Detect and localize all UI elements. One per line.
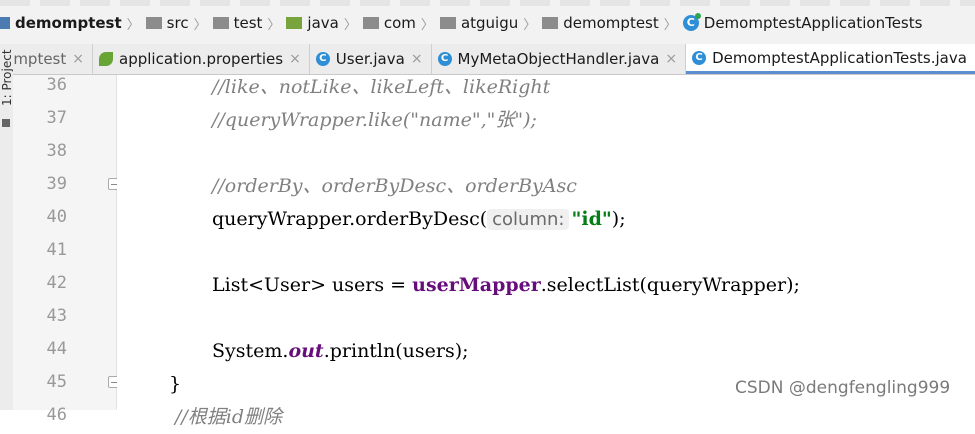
chevron-right-icon: 〉	[420, 17, 434, 33]
tab-mptest[interactable]: mptest ×	[13, 44, 93, 74]
breadcrumb-item-atguigu[interactable]: atguigu	[439, 14, 518, 32]
breadcrumb-item-test-class[interactable]: C DemomptestApplicationTests	[682, 13, 922, 32]
class-icon: C	[437, 52, 452, 66]
line-number: 36	[46, 75, 67, 95]
breadcrumb-item-demomptest-package[interactable]: demomptest	[542, 14, 659, 32]
line-number: 42	[46, 273, 67, 293]
code-line-40: queryWrapper.orderByDesc(column: "id");	[212, 208, 626, 230]
package-icon	[362, 17, 379, 29]
breadcrumb-item-test[interactable]: test	[212, 14, 262, 32]
test-source-folder-icon	[286, 17, 303, 29]
tab-mymetaobjecthandler-java[interactable]: C MyMetaObjectHandler.java ×	[432, 44, 687, 74]
code-line-46: //根据id删除	[175, 406, 283, 428]
chevron-right-icon: 〉	[267, 17, 281, 33]
breadcrumb-item-java[interactable]: java	[286, 14, 339, 32]
tab-user-java[interactable]: C User.java ×	[310, 44, 432, 74]
close-icon[interactable]: ×	[665, 51, 677, 67]
breadcrumb-item-demomptest-module[interactable]: demomptest	[0, 14, 122, 32]
class-icon: C	[315, 52, 330, 66]
line-number: 39	[46, 174, 67, 194]
breadcrumb-bar: demomptest 〉 src 〉 test 〉 java 〉 com 〉 a…	[0, 0, 975, 45]
close-icon[interactable]: ×	[411, 51, 423, 67]
spring-properties-icon	[99, 52, 113, 66]
project-tool-label[interactable]: 1: Project	[0, 49, 14, 106]
line-number: 43	[46, 306, 67, 326]
test-class-icon: C	[682, 13, 701, 31]
line-number: 38	[46, 141, 67, 161]
package-icon	[439, 17, 456, 29]
line-number: 37	[46, 108, 67, 128]
code-line-39: //orderBy、orderByDesc、orderByAsc	[212, 175, 577, 197]
code-line-44: System.out.println(users);	[212, 340, 469, 362]
chevron-right-icon: 〉	[343, 17, 357, 33]
code-line-45: }	[169, 373, 182, 395]
project-icon	[2, 119, 10, 127]
tab-demomptestapplicationtests-java[interactable]: C DemomptestApplicationTests.java ×	[686, 44, 975, 74]
chevron-right-icon: 〉	[193, 17, 207, 33]
code-editor[interactable]: //like、notLike、likeLeft、likeRight //quer…	[117, 75, 975, 428]
package-icon	[542, 17, 559, 29]
code-line-42: List<User> users = userMapper.selectList…	[212, 274, 800, 296]
close-icon[interactable]: ×	[289, 51, 301, 67]
chevron-right-icon: 〉	[126, 17, 140, 33]
code-line-37: //queryWrapper.like("name","张");	[212, 109, 537, 131]
line-number: 41	[46, 240, 67, 260]
line-number: 40	[46, 207, 67, 227]
folder-icon	[145, 17, 162, 29]
project-tool-window-strip[interactable]: 1: Project	[0, 44, 14, 410]
editor-gutter[interactable]: 36 37 38 39 40 41 42 43 44 45 46	[13, 75, 120, 425]
breadcrumb-item-src[interactable]: src	[145, 14, 189, 32]
tab-application-properties[interactable]: application.properties ×	[93, 44, 310, 74]
line-number: 45	[46, 372, 67, 392]
chevron-right-icon: 〉	[523, 17, 537, 33]
code-line-36: //like、notLike、likeLeft、likeRight	[212, 76, 551, 98]
watermark: CSDN @dengfengling999	[735, 378, 951, 398]
line-number: 46	[46, 405, 67, 425]
module-folder-icon	[0, 17, 10, 29]
folder-icon	[212, 17, 229, 29]
breadcrumb-item-com[interactable]: com	[362, 14, 416, 32]
parameter-hint: column:	[487, 209, 570, 230]
menu-remnant	[0, 0, 975, 6]
line-number: 44	[46, 339, 67, 359]
close-icon[interactable]: ×	[72, 51, 84, 67]
breadcrumb: demomptest 〉 src 〉 test 〉 java 〉 com 〉 a…	[0, 12, 922, 34]
test-class-icon: C	[692, 50, 707, 65]
chevron-right-icon: 〉	[663, 17, 677, 33]
